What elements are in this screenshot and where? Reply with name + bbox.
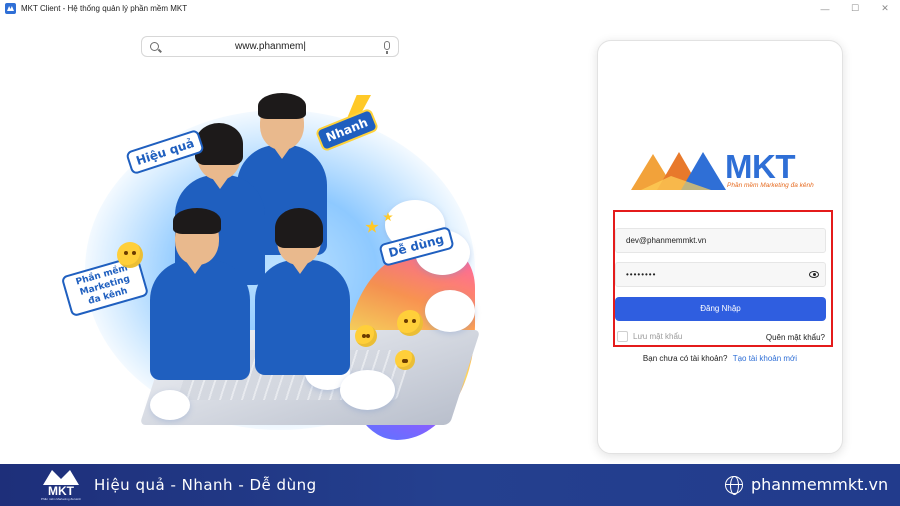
no-account-text: Bạn chưa có tài khoản? — [642, 354, 728, 363]
email-field[interactable]: dev@phanmemmkt.vn — [615, 228, 826, 253]
sunglasses-emoji-icon — [355, 325, 377, 347]
logo-mark-icon — [631, 152, 726, 190]
login-button[interactable]: Đăng Nhập — [615, 297, 826, 321]
eye-icon[interactable] — [809, 271, 819, 278]
footer-tagline: Hiệu quả - Nhanh - Dễ dùng — [94, 476, 317, 494]
smiley-emoji-icon — [117, 242, 143, 268]
footer-website: phanmemmkt.vn — [751, 475, 889, 494]
cool-emoji-icon — [395, 350, 415, 370]
remember-password[interactable]: Lưu mật khẩu — [617, 331, 682, 342]
forgot-password-link[interactable]: Quên mật khẩu? — [766, 333, 825, 342]
microphone-icon[interactable] — [384, 41, 390, 54]
mkt-logo: MKT Phần mềm Marketing đa kênh — [631, 145, 814, 190]
heart-eyes-emoji-icon — [397, 310, 423, 336]
globe-icon — [725, 476, 743, 495]
search-bar[interactable]: www.phanmem| — [141, 36, 399, 57]
search-input[interactable]: www.phanmem| — [235, 41, 306, 52]
title-bar: MKT Client - Hệ thống quản lý phần mềm M… — [0, 0, 900, 17]
footer-logo-mark-icon — [43, 470, 79, 485]
footer-logo-text: MKT — [48, 484, 74, 498]
search-icon — [150, 42, 159, 51]
window-title: MKT Client - Hệ thống quản lý phần mềm M… — [21, 4, 188, 13]
maximize-button[interactable]: ☐ — [840, 0, 870, 17]
password-value: •••••••• — [626, 270, 657, 279]
create-account-link[interactable]: Tạo tài khoản mới — [733, 354, 797, 363]
cloud-decoration — [340, 370, 395, 410]
window-controls: — ☐ ✕ — [810, 0, 900, 17]
password-field[interactable]: •••••••• — [615, 262, 826, 287]
hero-illustration: Hiệu quả Nhanh Dễ dùng Phần mềm Marketin… — [55, 80, 495, 450]
logo-subtitle: Phần mềm Marketing đa kênh — [727, 182, 814, 189]
remember-checkbox[interactable] — [617, 331, 628, 342]
close-button[interactable]: ✕ — [870, 0, 900, 17]
footer-logo-tiny: Phần mềm Marketing đa kênh — [40, 497, 82, 501]
cloud-decoration — [425, 290, 475, 332]
remember-label: Lưu mật khẩu — [633, 332, 683, 341]
footer-logo: MKT Phần mềm Marketing đa kênh — [39, 468, 83, 502]
logo-text: MKT — [725, 148, 795, 185]
footer-banner: MKT Phần mềm Marketing đa kênh Hiệu quả … — [0, 464, 900, 506]
signup-row: Bạn chưa có tài khoản? Tạo tài khoản mới — [598, 354, 842, 363]
login-card: MKT Phần mềm Marketing đa kênh dev@phanm… — [597, 40, 843, 454]
minimize-button[interactable]: — — [810, 0, 840, 17]
cloud-decoration — [150, 390, 190, 420]
app-icon — [5, 3, 16, 14]
